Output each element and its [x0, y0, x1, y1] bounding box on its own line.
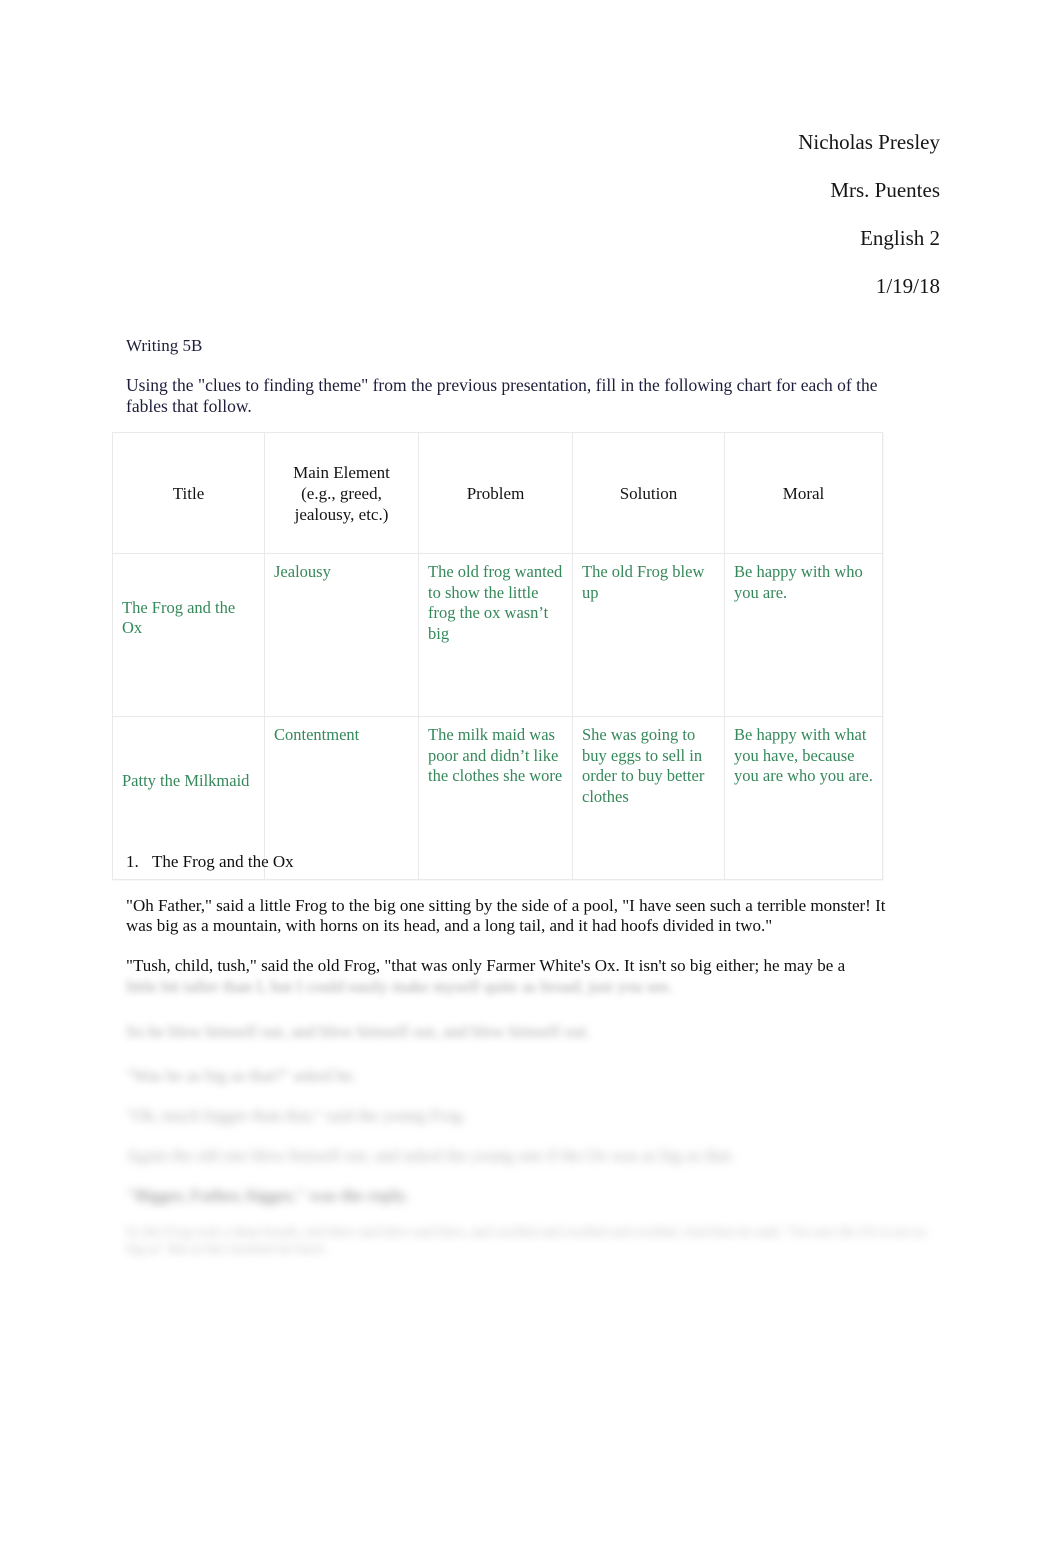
obscured-text-line-2: So he blew himself out, and blew himself… [126, 1022, 591, 1041]
column-header-moral: Moral [724, 432, 883, 554]
column-header-solution: Solution [572, 432, 725, 554]
obscured-text-line-1: little bit taller than I, but I could ea… [126, 977, 673, 996]
theme-chart-container: Title Main Element (e.g., greed, jealous… [112, 432, 883, 880]
fable-list-number: 1. [126, 852, 139, 871]
fable-list-title: The Frog and the Ox [152, 852, 294, 871]
theme-chart-table: Title Main Element (e.g., greed, jealous… [112, 432, 883, 880]
course-name: English 2 [860, 226, 940, 250]
student-name: Nicholas Presley [798, 130, 940, 154]
obscured-text-line-7: So the Frog took a deep breath, and blew… [126, 1225, 927, 1257]
column-header-problem: Problem [418, 432, 573, 554]
fable-list-item: 1. The Frog and the Ox [126, 851, 294, 872]
column-header-main-element: Main Element (e.g., greed, jealousy, etc… [264, 432, 419, 554]
cell-solution[interactable]: The old Frog blew up [572, 553, 725, 717]
obscured-text-line-3: "Was he as big as that?" asked he. [126, 1066, 357, 1085]
table-header-row: Title Main Element (e.g., greed, jealous… [112, 432, 883, 554]
cell-moral[interactable]: Be happy with who you are. [724, 553, 883, 717]
fable-paragraph-1: "Oh Father," said a little Frog to the b… [126, 896, 886, 935]
main-element-line-2: (e.g., greed, [301, 483, 382, 503]
document-page: Nicholas Presley Mrs. Puentes English 2 … [0, 0, 1062, 1561]
table-row: The Frog and the Ox Jealousy The old fro… [112, 553, 883, 717]
obscured-text-line-4: "Oh, much bigger than that," said the yo… [126, 1106, 467, 1125]
main-element-line-3: jealousy, etc.) [294, 504, 389, 524]
instructions-paragraph: Using the "clues to finding theme" from … [126, 375, 878, 416]
cell-main-element[interactable]: Jealousy [264, 553, 419, 717]
document-heading-block: Nicholas Presley Mrs. Puentes English 2 … [320, 118, 940, 310]
main-element-line-1: Main Element [293, 462, 390, 482]
obscured-text-line-5: Again the old one blew himself out, and … [126, 1146, 735, 1165]
column-header-title: Title [112, 432, 265, 554]
fable-paragraph-2: "Tush, child, tush," said the old Frog, … [126, 956, 846, 975]
assignment-label: Writing 5B [126, 336, 203, 355]
cell-problem[interactable]: The old frog wanted to show the little f… [418, 553, 573, 717]
obscured-text-line-6: "Bigger, Father, bigger," was the reply. [126, 1186, 409, 1205]
assignment-date: 1/19/18 [875, 274, 940, 298]
cell-problem[interactable]: The milk maid was poor and didn’t like t… [418, 716, 573, 880]
teacher-name: Mrs. Puentes [830, 178, 940, 202]
cell-solution[interactable]: She was going to buy eggs to sell in ord… [572, 716, 725, 880]
cell-title[interactable]: The Frog and the Ox [112, 553, 265, 717]
cell-moral[interactable]: Be happy with what you have, because you… [724, 716, 883, 880]
